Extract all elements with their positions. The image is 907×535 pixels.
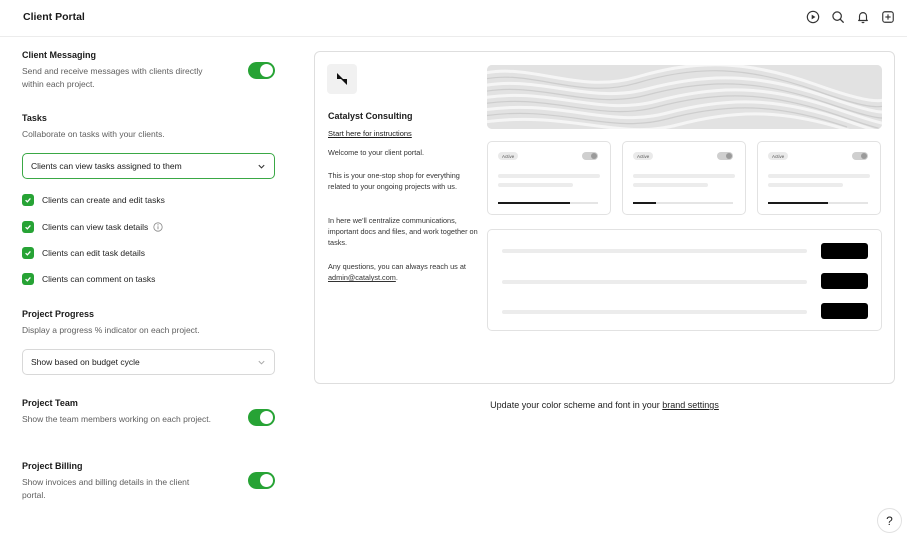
check-comment-tasks[interactable]: Clients can comment on tasks (22, 272, 155, 286)
top-bar: Client Portal (0, 0, 907, 37)
chevron-down-icon (258, 164, 265, 169)
brand-note-text: Update your color scheme and font in you… (490, 400, 663, 410)
progress-mode-select[interactable]: Show based on budget cycle (22, 349, 275, 375)
progress-track (768, 202, 868, 204)
client-messaging-toggle[interactable] (248, 62, 275, 79)
top-actions (805, 9, 895, 24)
progress-fill (498, 202, 570, 204)
project-team-title: Project Team (22, 398, 78, 408)
project-billing-section: Project Billing Show invoices and billin… (22, 461, 277, 502)
project-progress-desc: Display a progress % indicator on each p… (22, 325, 200, 335)
check-icon (25, 197, 31, 203)
status-badge: Active (768, 152, 789, 160)
project-billing-title: Project Billing (22, 461, 83, 471)
client-messaging-desc: Send and receive messages with clients d… (22, 66, 203, 89)
progress-mode-value: Show based on budget cycle (31, 357, 140, 367)
brand-settings-link[interactable]: brand settings (662, 400, 719, 410)
check-label: Clients can view task details (42, 222, 149, 232)
project-progress-title: Project Progress (22, 309, 95, 319)
welcome-text: Welcome to your client portal. (328, 148, 424, 157)
status-badge: Active (633, 152, 654, 160)
email-link[interactable]: admin@catalyst.com (328, 273, 396, 282)
chevron-down-icon (258, 360, 265, 365)
contact-suffix: . (395, 273, 398, 283)
checkbox-comment-tasks[interactable] (22, 273, 34, 285)
placeholder-line (768, 174, 870, 178)
search-icon[interactable] (830, 9, 845, 24)
project-progress-section: Project Progress Display a progress % in… (22, 309, 277, 337)
tasks-section: Tasks Collaborate on tasks with your cli… (22, 113, 277, 141)
client-messaging-title: Client Messaging (22, 50, 97, 60)
brand-settings-note: Update your color scheme and font in you… (314, 400, 895, 410)
card-toggle (717, 152, 733, 160)
placeholder-line (633, 174, 735, 178)
list-item-button (821, 273, 868, 289)
list-item-button (821, 243, 868, 259)
list-item-line (502, 310, 807, 314)
centralize-paragraph: In here we'll centralize communications,… (328, 216, 478, 248)
progress-fill (633, 202, 656, 204)
checkbox-view-task-details[interactable] (22, 221, 34, 233)
company-logo (327, 64, 357, 94)
project-billing-toggle[interactable] (248, 472, 275, 489)
check-icon (25, 250, 31, 256)
check-icon (25, 276, 31, 282)
progress-fill (768, 202, 828, 204)
page-title: Client Portal (23, 11, 85, 23)
card-toggle (582, 152, 598, 160)
list-item-button (821, 303, 868, 319)
placeholder-line (768, 183, 843, 187)
check-icon (25, 224, 31, 230)
check-view-task-details[interactable]: Clients can view task details (22, 220, 163, 234)
contact-prefix: Any questions, you can always reach us a… (328, 262, 466, 271)
bell-icon[interactable] (855, 9, 870, 24)
project-billing-desc: Show invoices and billing details in the… (22, 477, 190, 500)
list-item-line (502, 280, 807, 284)
placeholder-line (498, 183, 573, 187)
portal-preview: Catalyst Consulting Start here for instr… (314, 51, 895, 384)
project-team-toggle[interactable] (248, 409, 275, 426)
play-icon[interactable] (805, 9, 820, 24)
check-edit-task-details[interactable]: Clients can edit task details (22, 246, 145, 260)
placeholder-line (633, 183, 708, 187)
check-label: Clients can create and edit tasks (42, 195, 165, 205)
project-card: Active (487, 141, 611, 215)
company-name: Catalyst Consulting (328, 111, 413, 121)
checkbox-create-edit-tasks[interactable] (22, 194, 34, 206)
wave-pattern-image (487, 65, 882, 129)
check-create-edit-tasks[interactable]: Clients can create and edit tasks (22, 193, 165, 207)
placeholder-line (498, 174, 600, 178)
project-card: Active (622, 141, 746, 215)
instructions-link[interactable]: Start here for instructions (328, 129, 412, 138)
tasks-title: Tasks (22, 113, 47, 123)
project-team-section: Project Team Show the team members worki… (22, 398, 277, 426)
project-card: Active (757, 141, 881, 215)
status-badge: Active (498, 152, 519, 160)
check-label: Clients can comment on tasks (42, 274, 156, 284)
progress-track (498, 202, 598, 204)
task-visibility-value: Clients can view tasks assigned to them (31, 161, 182, 171)
catalyst-logo-icon (337, 73, 347, 85)
hero-banner (487, 65, 882, 129)
activity-list (487, 229, 882, 331)
help-button[interactable]: ? (877, 508, 902, 533)
card-toggle (852, 152, 868, 160)
contact-paragraph: Any questions, you can always reach us a… (328, 261, 478, 283)
intro-paragraph: This is your one-stop shop for everythin… (328, 171, 460, 192)
list-item-line (502, 249, 807, 253)
client-messaging-section: Client Messaging Send and receive messag… (22, 50, 277, 91)
project-team-desc: Show the team members working on each pr… (22, 414, 211, 424)
progress-track (633, 202, 733, 204)
plus-square-icon[interactable] (880, 9, 895, 24)
info-icon[interactable] (153, 222, 163, 232)
task-visibility-select[interactable]: Clients can view tasks assigned to them (22, 153, 275, 179)
tasks-desc: Collaborate on tasks with your clients. (22, 129, 165, 139)
check-label: Clients can edit task details (42, 248, 145, 258)
checkbox-edit-task-details[interactable] (22, 247, 34, 259)
